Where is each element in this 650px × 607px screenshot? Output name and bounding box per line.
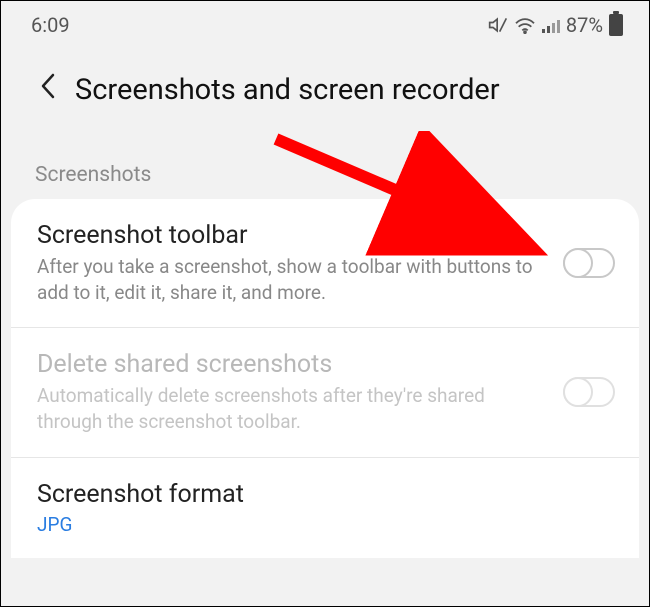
status-time: 6:09	[31, 13, 70, 37]
screenshot-format-row[interactable]: Screenshot format JPG	[11, 458, 639, 558]
section-label: Screenshots	[1, 131, 649, 199]
signal-icon	[542, 17, 560, 33]
row-value: JPG	[37, 513, 595, 536]
back-icon[interactable]	[39, 71, 57, 109]
row-desc: After you take a screenshot, show a tool…	[37, 254, 543, 305]
battery-icon	[609, 14, 623, 36]
page-header: Screenshots and screen recorder	[1, 41, 649, 131]
status-bar: 6:09 87%	[1, 1, 649, 41]
row-title: Screenshot format	[37, 480, 595, 509]
row-title: Delete shared screenshots	[37, 350, 543, 379]
row-desc: Automatically delete screenshots after t…	[37, 383, 543, 434]
row-text: Screenshot toolbar After you take a scre…	[37, 221, 563, 305]
mute-icon	[488, 15, 508, 35]
delete-shared-row: Delete shared screenshots Automatically …	[11, 328, 639, 457]
row-title: Screenshot toolbar	[37, 221, 543, 250]
settings-card: Screenshot toolbar After you take a scre…	[11, 199, 639, 558]
row-text: Delete shared screenshots Automatically …	[37, 350, 563, 434]
delete-shared-toggle	[563, 377, 615, 407]
status-indicators: 87%	[488, 13, 623, 37]
wifi-icon	[514, 16, 536, 34]
screenshot-toolbar-toggle[interactable]	[563, 248, 615, 278]
screenshot-toolbar-row[interactable]: Screenshot toolbar After you take a scre…	[11, 199, 639, 328]
page-title: Screenshots and screen recorder	[75, 73, 500, 107]
row-text: Screenshot format JPG	[37, 480, 615, 536]
battery-percent: 87%	[566, 13, 603, 37]
